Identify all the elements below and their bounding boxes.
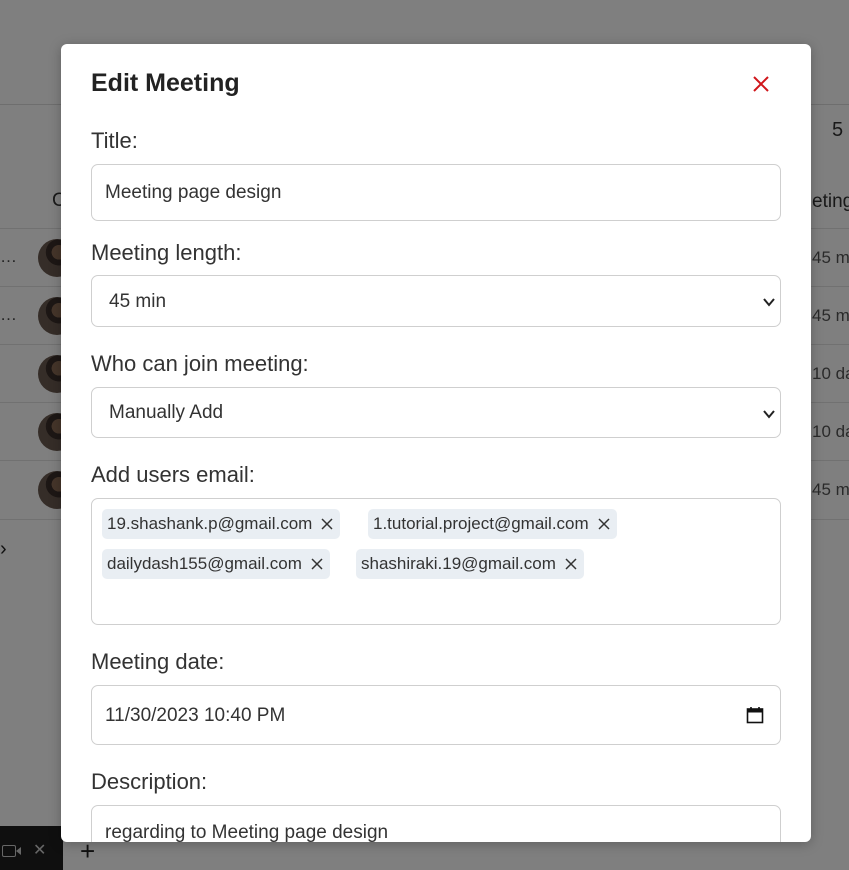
title-label: Title: — [91, 128, 138, 153]
add-users-email-label: Add users email: — [91, 462, 255, 487]
email-tag: dailydash155@gmail.com — [102, 549, 330, 579]
who-can-join-select[interactable]: Manually Add — [91, 387, 781, 438]
title-input[interactable]: Meeting page design — [91, 164, 781, 221]
meeting-length-value: 45 min — [109, 291, 167, 312]
email-tag-label: dailydash155@gmail.com — [107, 554, 302, 573]
meeting-length-label: Meeting length: — [91, 240, 242, 265]
description-textarea[interactable]: regarding to Meeting page design — [91, 805, 781, 842]
meeting-date-input[interactable]: 11/30/2023 10:40 PM — [91, 685, 781, 745]
email-tag: 1.tutorial.project@gmail.com — [368, 509, 617, 539]
close-icon — [753, 76, 769, 92]
title-input-value: Meeting page design — [105, 182, 282, 203]
chevron-down-icon — [763, 298, 775, 307]
description-value: regarding to Meeting page design — [105, 822, 389, 842]
who-can-join-value: Manually Add — [109, 402, 224, 423]
meeting-date-value: 11/30/2023 10:40 PM — [105, 705, 286, 726]
remove-tag-icon[interactable] — [597, 517, 611, 531]
chevron-down-icon — [763, 410, 775, 419]
email-tags-input[interactable]: 19.shashank.p@gmail.com 1.tutorial.proje… — [91, 498, 781, 625]
meeting-date-label: Meeting date: — [91, 649, 225, 674]
close-button[interactable] — [749, 72, 773, 96]
who-can-join-label: Who can join meeting: — [91, 351, 309, 376]
email-tag-label: 19.shashank.p@gmail.com — [107, 514, 313, 533]
remove-tag-icon[interactable] — [320, 517, 334, 531]
meeting-length-select[interactable]: 45 min — [91, 275, 781, 327]
edit-meeting-modal: Edit Meeting Title: Meeting page design … — [61, 44, 811, 842]
remove-tag-icon[interactable] — [564, 557, 578, 571]
email-tag-label: shashiraki.19@gmail.com — [361, 554, 556, 573]
email-tag: 19.shashank.p@gmail.com — [102, 509, 341, 539]
email-tag-label: 1.tutorial.project@gmail.com — [373, 514, 589, 533]
description-label: Description: — [91, 769, 208, 794]
calendar-icon[interactable] — [746, 706, 764, 724]
remove-tag-icon[interactable] — [310, 557, 324, 571]
email-tag: shashiraki.19@gmail.com — [356, 549, 584, 579]
modal-title: Edit Meeting — [91, 69, 240, 97]
